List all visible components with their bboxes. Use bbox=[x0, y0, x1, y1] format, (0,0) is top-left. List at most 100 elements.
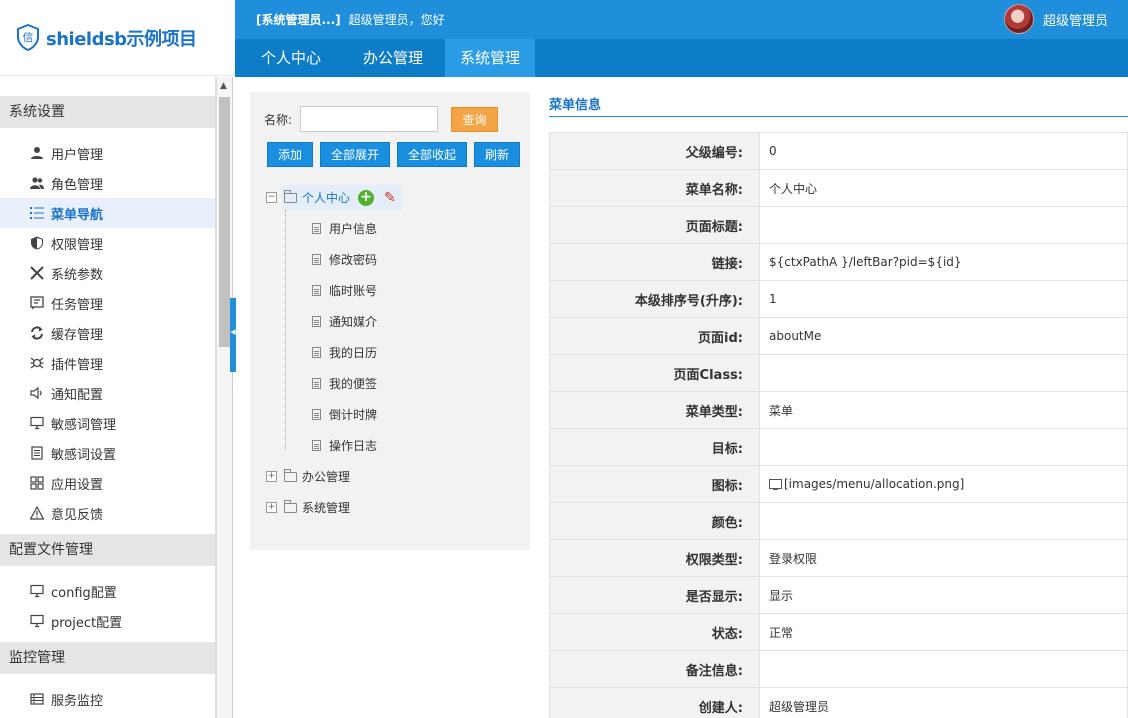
detail-title: 菜单信息 bbox=[549, 92, 1128, 117]
nav-tab-system[interactable]: 系统管理 bbox=[445, 39, 536, 77]
refresh-icon bbox=[31, 326, 43, 340]
collapse-all-button[interactable]: 全部收起 bbox=[397, 142, 468, 167]
sidebar-item-params[interactable]: 系统参数 bbox=[0, 258, 215, 288]
layout-splitter[interactable] bbox=[232, 77, 236, 718]
tree-node-label: 用户信息 bbox=[329, 222, 378, 236]
expand-icon[interactable]: + bbox=[266, 471, 277, 482]
tree-node-system[interactable]: + 系统管理 bbox=[266, 492, 526, 523]
detail-value-cell bbox=[759, 650, 1128, 688]
main-nav: 个人中心 办公管理 系统管理 bbox=[235, 39, 1128, 77]
detail-row: 备注信息: bbox=[549, 650, 1128, 688]
sidebar-item-roles[interactable]: 角色管理 bbox=[0, 168, 215, 198]
detail-value-cell bbox=[759, 206, 1128, 244]
tree-node-child[interactable]: 临时账号 bbox=[266, 275, 526, 306]
detail-value-cell: 0 bbox=[759, 132, 1128, 170]
detail-value-cell: 登录权限 bbox=[759, 539, 1128, 577]
sidebar-item-label: 系统参数 bbox=[51, 267, 104, 283]
tree-node-child[interactable]: 我的便签 bbox=[266, 368, 526, 399]
sidebar-item-menu-nav[interactable]: 菜单导航 bbox=[0, 198, 215, 228]
sidebar-item-service-monitor[interactable]: 服务监控 bbox=[0, 684, 215, 714]
sidebar-item-permissions[interactable]: 权限管理 bbox=[0, 228, 215, 258]
sidebar-item-app-settings[interactable]: 应用设置 bbox=[0, 468, 215, 498]
tree-node-child[interactable]: 操作日志 bbox=[266, 430, 526, 461]
grid-icon bbox=[30, 476, 44, 490]
page-icon bbox=[312, 347, 321, 358]
avatar[interactable] bbox=[1003, 4, 1034, 34]
tree-node-label: 临时账号 bbox=[329, 284, 378, 298]
tree-node-root[interactable]: − 个人中心 + ✎ bbox=[266, 182, 526, 213]
collapse-left-arrow-icon[interactable]: ◀ bbox=[230, 328, 236, 336]
tree-node-label: 办公管理 bbox=[302, 470, 351, 484]
sidebar-item-notify[interactable]: 通知配置 bbox=[0, 378, 215, 408]
sidebar-section-config[interactable]: 配置文件管理 bbox=[0, 534, 215, 566]
sidebar-item-plugins[interactable]: 插件管理 bbox=[0, 348, 215, 378]
sidebar-item-label: 应用设置 bbox=[51, 477, 104, 493]
detail-value: 0 bbox=[769, 144, 777, 158]
server-icon bbox=[30, 693, 44, 705]
folder-icon bbox=[284, 499, 297, 513]
sidebar-item-feedback[interactable]: 意见反馈 bbox=[0, 498, 215, 528]
detail-row: 菜单类型: 菜单 bbox=[549, 391, 1128, 429]
tree-node-label: 操作日志 bbox=[329, 439, 378, 453]
detail-value: 显示 bbox=[769, 588, 794, 603]
logo-area: 信 shieldsb示例项目 bbox=[0, 0, 235, 76]
bug-icon bbox=[30, 357, 44, 369]
system-name[interactable]: [系统管理员...] bbox=[256, 11, 341, 28]
tree-node-child[interactable]: 用户信息 bbox=[266, 213, 526, 244]
user-name[interactable]: 超级管理员 bbox=[1043, 10, 1108, 29]
scroll-thumb[interactable] bbox=[219, 97, 230, 347]
menu-image-icon bbox=[769, 479, 782, 490]
warning-icon bbox=[30, 506, 44, 520]
sidebar-item-sensitive-settings[interactable]: 敏感词设置 bbox=[0, 438, 215, 468]
refresh-button[interactable]: 刷新 bbox=[474, 142, 521, 167]
tree-node-label: 我的便签 bbox=[329, 377, 378, 391]
app-title: shieldsb示例项目 bbox=[46, 28, 197, 50]
tree-node-child[interactable]: 修改密码 bbox=[266, 244, 526, 275]
sidebar-item-label: 权限管理 bbox=[51, 237, 104, 253]
user-icon bbox=[31, 147, 43, 159]
collapse-icon[interactable]: − bbox=[266, 192, 277, 203]
search-row: 名称: 查询 bbox=[264, 106, 499, 132]
page-icon bbox=[312, 440, 321, 451]
sidebar-item-cache[interactable]: 缓存管理 bbox=[0, 318, 215, 348]
doc-icon bbox=[31, 446, 43, 460]
sidebar-section-system[interactable]: 系统设置 bbox=[0, 96, 215, 128]
tree-node-label: 系统管理 bbox=[302, 501, 351, 515]
tools-icon bbox=[30, 266, 44, 280]
detail-value-cell: 正常 bbox=[759, 613, 1128, 651]
sidebar-item-users[interactable]: 用户管理 bbox=[0, 138, 215, 168]
sidebar-item-project[interactable]: project配置 bbox=[0, 606, 215, 636]
user-menu[interactable]: 超级管理员 bbox=[1003, 4, 1108, 34]
tree-node-child[interactable]: 倒计时牌 bbox=[266, 399, 526, 430]
sidebar-section-monitor[interactable]: 监控管理 bbox=[0, 642, 215, 674]
detail-key: 页面Class: bbox=[549, 354, 760, 392]
expand-icon[interactable]: + bbox=[266, 502, 277, 513]
nav-tab-personal[interactable]: 个人中心 bbox=[235, 39, 341, 77]
detail-value-cell: 菜单 bbox=[759, 391, 1128, 429]
expand-all-button[interactable]: 全部展开 bbox=[320, 142, 391, 167]
nav-tab-office[interactable]: 办公管理 bbox=[343, 39, 443, 77]
sidebar-item-config[interactable]: config配置 bbox=[0, 576, 215, 606]
page-icon bbox=[312, 409, 321, 420]
tree-node-office[interactable]: + 办公管理 bbox=[266, 461, 526, 492]
sidebar-item-label: config配置 bbox=[51, 585, 117, 601]
name-search-input[interactable] bbox=[300, 106, 439, 132]
sidebar: 系统设置 用户管理 角色管理 菜单导航 权限管理 系统参数 任务管理 缓存管理 bbox=[0, 77, 216, 718]
query-button[interactable]: 查询 bbox=[451, 106, 499, 132]
tree-toolbar: 添加 全部展开 全部收起 刷新 bbox=[267, 142, 521, 167]
add-button[interactable]: 添加 bbox=[267, 142, 314, 167]
sidebar-item-label: 敏感词设置 bbox=[51, 447, 117, 463]
detail-key: 本级排序号(升序): bbox=[549, 280, 760, 318]
add-child-icon[interactable]: + bbox=[358, 189, 375, 206]
tree-node-child[interactable]: 通知媒介 bbox=[266, 306, 526, 337]
sidebar-item-label: 通知配置 bbox=[51, 387, 104, 403]
scroll-up-arrow-icon[interactable]: ▲ bbox=[220, 81, 227, 91]
tree-node-selected[interactable]: 个人中心 + ✎ bbox=[282, 185, 402, 210]
sidebar-item-tasks[interactable]: 任务管理 bbox=[0, 288, 215, 318]
sidebar-item-sensitive-words[interactable]: 敏感词管理 bbox=[0, 408, 215, 438]
detail-row: 创建人: 超级管理员 bbox=[549, 687, 1128, 718]
edit-pencil-icon[interactable]: ✎ bbox=[384, 190, 396, 206]
tree-node-label: 个人中心 bbox=[302, 191, 351, 205]
tree-node-child[interactable]: 我的日历 bbox=[266, 337, 526, 368]
sidebar-scrollbar[interactable]: ▲ bbox=[216, 77, 232, 718]
